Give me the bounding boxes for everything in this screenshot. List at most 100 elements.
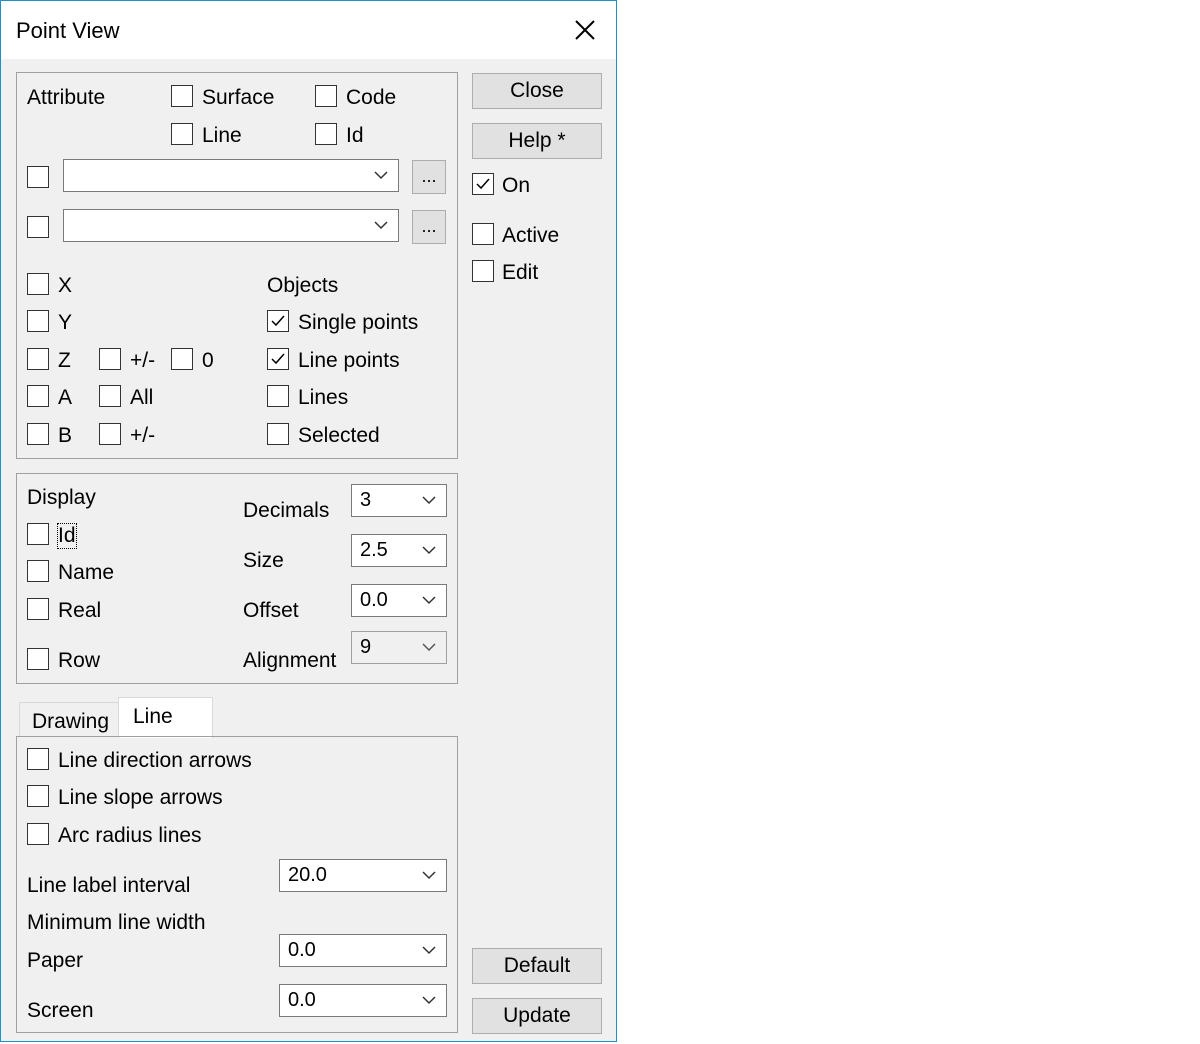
decimals-combo[interactable]: 3 [351, 484, 447, 517]
point-view-dialog: Point View Attribute Surface Code Line I… [0, 0, 617, 1042]
line-points-checkbox[interactable] [267, 348, 289, 370]
display-name-checkbox[interactable] [27, 560, 49, 582]
code-label: Code [346, 86, 397, 109]
attribute1-combo[interactable] [63, 159, 399, 192]
offset-combo[interactable]: 0.0 [351, 584, 447, 617]
line-slope-arrows-label: Line slope arrows [58, 786, 223, 809]
on-checkbox[interactable] [472, 173, 494, 195]
display-row-label: Row [58, 649, 101, 672]
single-points-label: Single points [298, 311, 419, 334]
display-id-label: Id [57, 523, 77, 549]
window-title: Point View [16, 18, 120, 43]
default-button[interactable]: Default [472, 948, 602, 984]
paper-combo[interactable]: 0.0 [279, 934, 447, 967]
close-icon[interactable] [567, 15, 603, 47]
line-direction-arrows-checkbox[interactable] [27, 748, 49, 770]
selected-label: Selected [298, 424, 380, 447]
update-button[interactable]: Update [472, 998, 602, 1034]
tab-line[interactable]: Line [118, 697, 213, 738]
single-points-checkbox[interactable] [267, 310, 289, 332]
screen-label: Screen [27, 999, 94, 1022]
all-label: All [130, 386, 154, 409]
lines-label: Lines [298, 386, 349, 409]
arc-radius-lines-checkbox[interactable] [27, 823, 49, 845]
b-checkbox[interactable] [27, 423, 49, 445]
chevron-down-icon [422, 596, 436, 605]
b-plusminus-checkbox[interactable] [99, 423, 121, 445]
chevron-down-icon [422, 546, 436, 555]
tab-drawing[interactable]: Drawing [19, 702, 119, 737]
chevron-down-icon [422, 996, 436, 1005]
selected-checkbox[interactable] [267, 423, 289, 445]
chevron-down-icon [422, 871, 436, 880]
surface-checkbox[interactable] [171, 85, 193, 107]
size-label: Size [243, 549, 284, 572]
attribute-label: Attribute [27, 86, 106, 109]
size-combo[interactable]: 2.5 [351, 534, 447, 567]
minimum-line-width-label: Minimum line width [27, 911, 206, 934]
id-attr-checkbox[interactable] [315, 123, 337, 145]
x-checkbox[interactable] [27, 273, 49, 295]
attribute2-checkbox[interactable] [27, 216, 49, 238]
z-checkbox[interactable] [27, 348, 49, 370]
a-checkbox[interactable] [27, 385, 49, 407]
screen-combo[interactable]: 0.0 [279, 984, 447, 1017]
z-label: Z [58, 349, 71, 372]
z-plusminus-checkbox[interactable] [99, 348, 121, 370]
display-row-checkbox[interactable] [27, 648, 49, 670]
display-label: Display [27, 486, 96, 509]
display-name-label: Name [58, 561, 115, 584]
display-real-checkbox[interactable] [27, 598, 49, 620]
lines-checkbox[interactable] [267, 385, 289, 407]
attribute2-browse-button[interactable]: ... [412, 210, 446, 244]
z-plusminus-label: +/- [130, 349, 156, 372]
surface-label: Surface [202, 86, 275, 109]
checkmark-icon [271, 315, 285, 327]
y-label: Y [58, 311, 73, 334]
chevron-down-icon [422, 643, 436, 652]
line-label-interval-label: Line label interval [27, 874, 191, 897]
attribute1-browse-button[interactable]: ... [412, 160, 446, 194]
offset-label: Offset [243, 599, 299, 622]
zero-checkbox[interactable] [171, 348, 193, 370]
line-points-label: Line points [298, 349, 400, 372]
chevron-down-icon [374, 171, 388, 180]
active-checkbox[interactable] [472, 223, 494, 245]
b-plusminus-label: +/- [130, 424, 156, 447]
display-real-label: Real [58, 599, 102, 622]
all-checkbox[interactable] [99, 385, 121, 407]
line-slope-arrows-checkbox[interactable] [27, 785, 49, 807]
code-checkbox[interactable] [315, 85, 337, 107]
zero-label: 0 [202, 349, 214, 372]
line-attr-label: Line [202, 124, 242, 147]
arc-radius-lines-label: Arc radius lines [58, 824, 202, 847]
b-label: B [58, 424, 73, 447]
close-button[interactable]: Close [472, 73, 602, 109]
x-label: X [58, 274, 73, 297]
alignment-combo[interactable]: 9 [351, 631, 447, 664]
line-attr-checkbox[interactable] [171, 123, 193, 145]
help-button[interactable]: Help * [472, 123, 602, 159]
chevron-down-icon [422, 496, 436, 505]
edit-checkbox[interactable] [472, 260, 494, 282]
a-label: A [58, 386, 73, 409]
y-checkbox[interactable] [27, 310, 49, 332]
attribute2-combo[interactable] [63, 209, 399, 242]
display-id-checkbox[interactable] [27, 523, 49, 545]
checkmark-icon [476, 178, 490, 190]
alignment-label: Alignment [243, 649, 337, 672]
objects-label: Objects [267, 274, 339, 297]
line-label-interval-combo[interactable]: 20.0 [279, 859, 447, 892]
line-direction-arrows-label: Line direction arrows [58, 749, 252, 772]
active-label: Active [502, 224, 560, 247]
chevron-down-icon [374, 221, 388, 230]
title-bar: Point View [1, 1, 616, 59]
on-label: On [502, 174, 531, 197]
checkmark-icon [271, 353, 285, 365]
attribute1-checkbox[interactable] [27, 166, 49, 188]
decimals-label: Decimals [243, 499, 330, 522]
id-attr-label: Id [346, 124, 364, 147]
edit-label: Edit [502, 261, 539, 284]
chevron-down-icon [422, 946, 436, 955]
paper-label: Paper [27, 949, 84, 972]
